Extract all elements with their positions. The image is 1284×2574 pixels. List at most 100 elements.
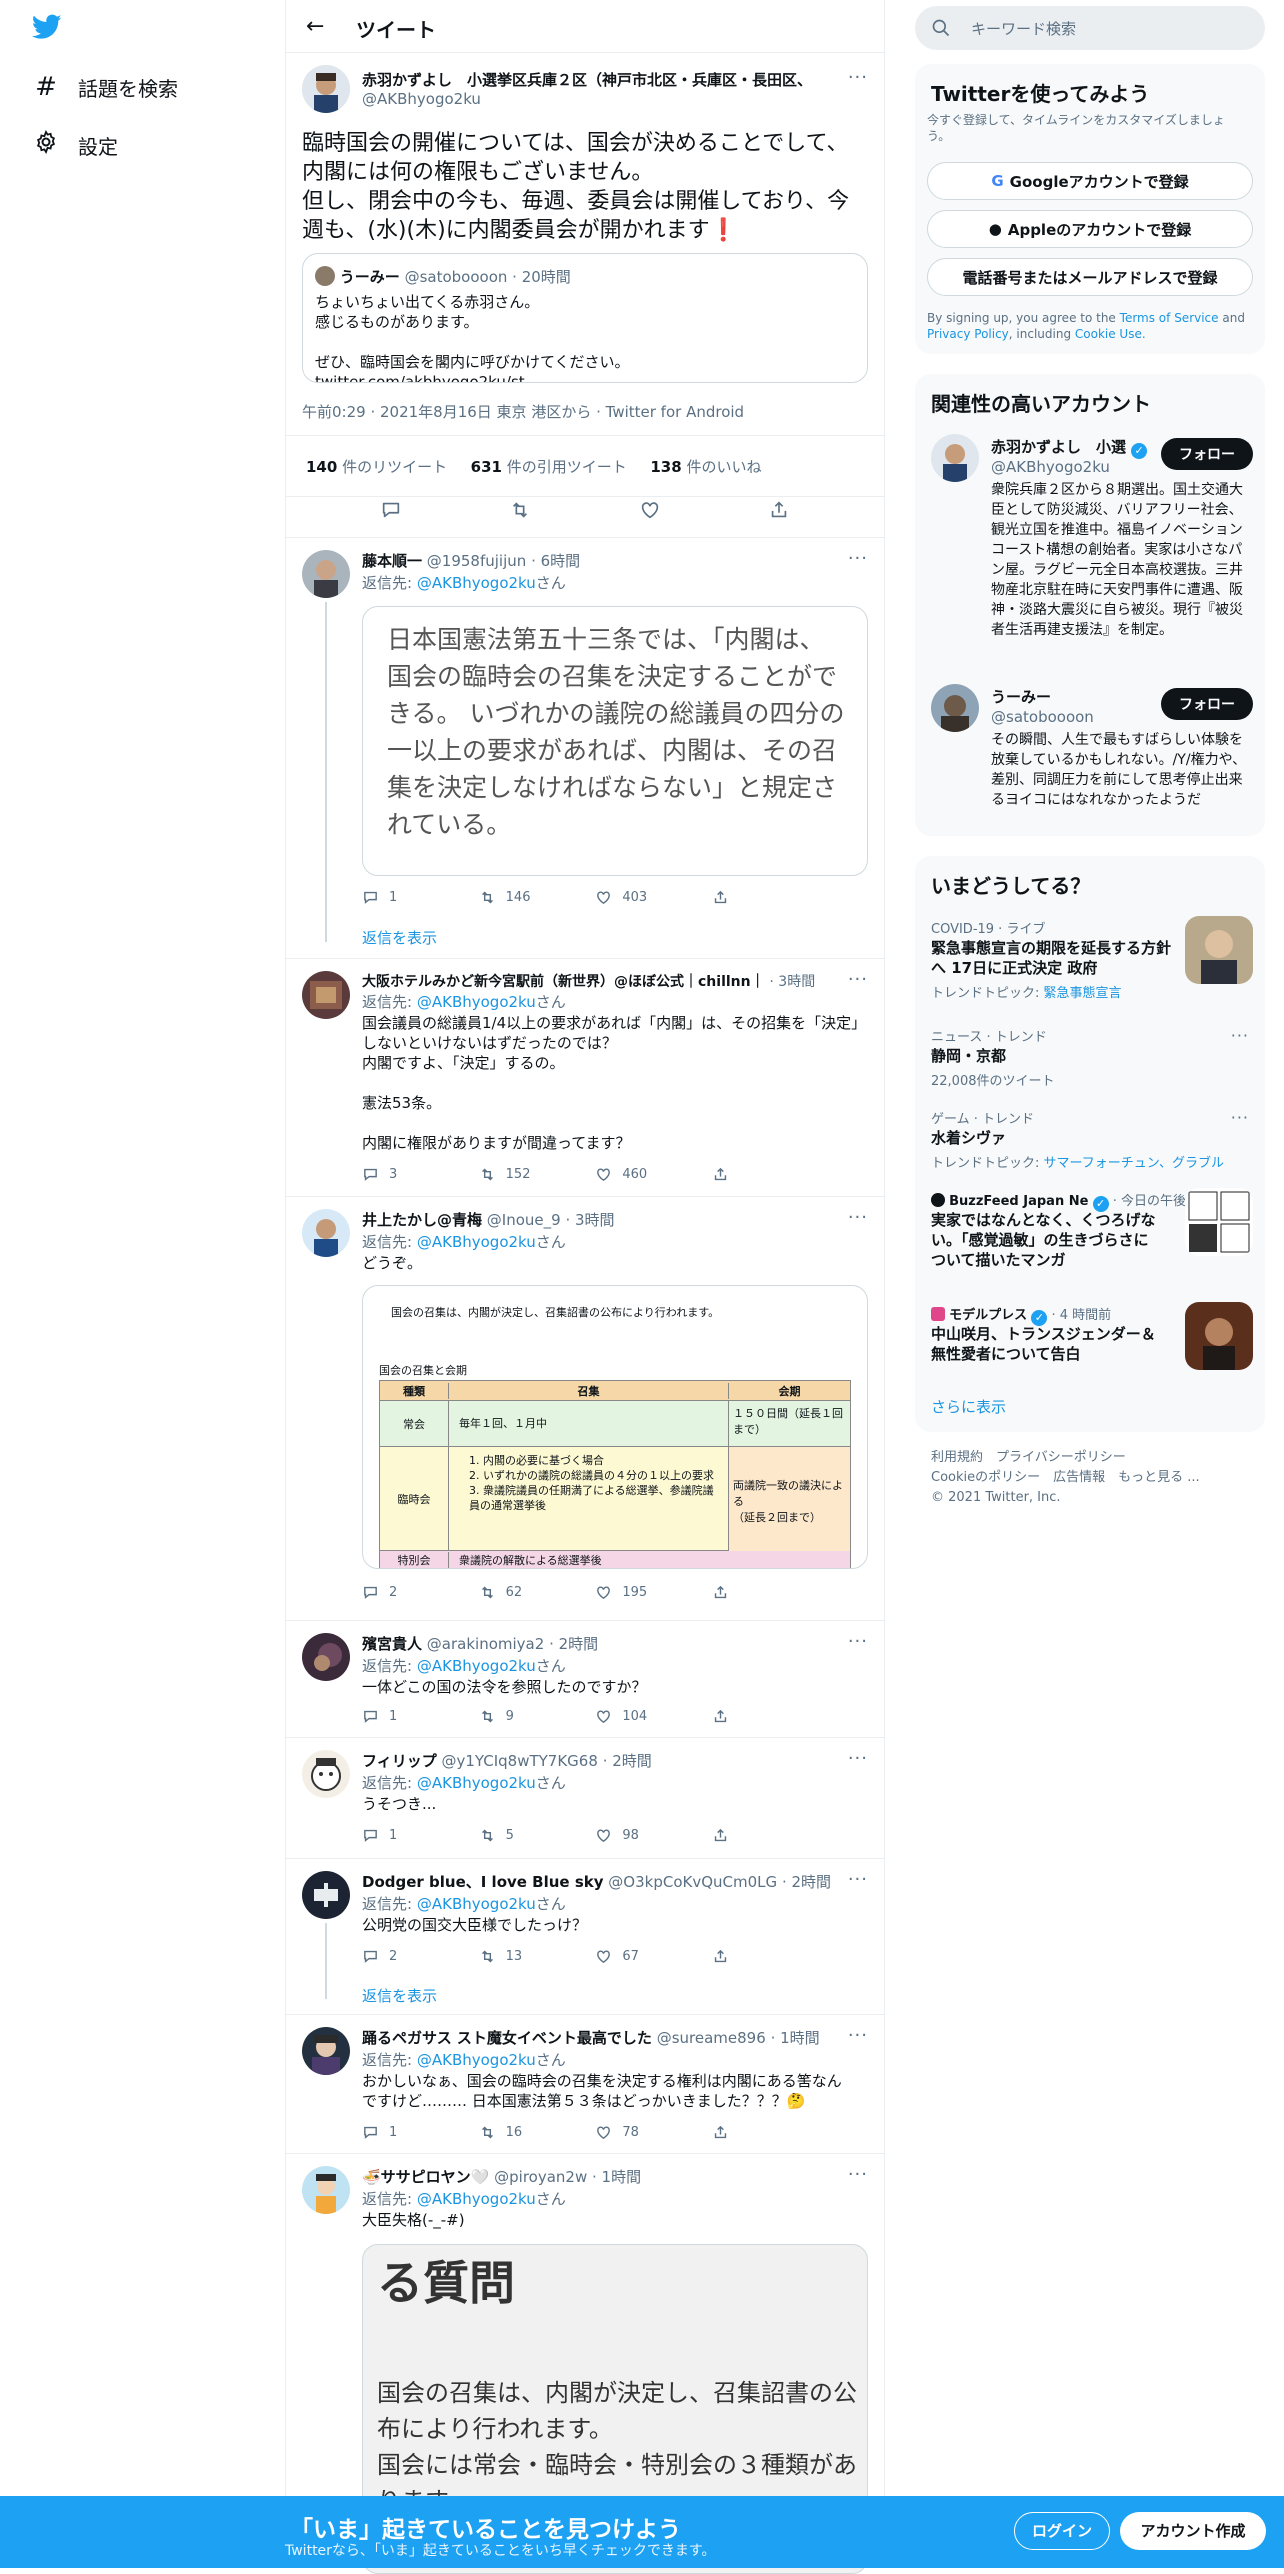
reply-tweet[interactable]: 井上たかし@青梅 @Inoue_9 · 3時間 ··· 返信先: @AKBhyo…	[286, 1197, 884, 1621]
search-input[interactable]: キーワード検索	[971, 18, 1076, 39]
related-account[interactable]: 赤羽かずよし 小選 ✓ @AKBhyogo2ku フォロー 衆院兵庫２区から８期…	[915, 434, 1265, 664]
avatar[interactable]	[302, 1209, 350, 1257]
account-name[interactable]: 赤羽かずよし 小選	[991, 438, 1126, 456]
more-options-icon[interactable]: ···	[848, 67, 868, 88]
replying-to-link[interactable]: @AKBhyogo2ku	[417, 1895, 536, 1913]
author-handle[interactable]: @O3kpCoKvQuCm0LG	[608, 1873, 777, 1891]
avatar[interactable]	[302, 971, 350, 1019]
author-name[interactable]: 踊るペガサス スト魔女イベント最高でした	[362, 2029, 652, 2047]
avatar[interactable]	[302, 2027, 350, 2075]
like-count[interactable]: 138	[650, 458, 681, 476]
author-name[interactable]: 赤羽かずよし 小選挙区兵庫２区（神戸市北区・兵庫区・長田区、	[362, 71, 812, 89]
back-arrow-icon[interactable]: ←	[306, 14, 324, 39]
tweet-image[interactable]: 日本国憲法第五十三条では、「内閣は、国会の臨時会の召集を決定することができる。 …	[362, 606, 868, 876]
avatar[interactable]	[931, 684, 979, 732]
show-more-link[interactable]: さらに表示	[931, 1396, 1006, 1417]
like-button[interactable]: 460	[595, 1166, 675, 1183]
cookie-link[interactable]: Cookie Use.	[1075, 327, 1146, 341]
show-replies-link[interactable]: 返信を表示	[362, 1985, 437, 2006]
reply-tweet[interactable]: 藤本順一 @1958fujijun · 6時間 ··· 返信先: @AKBhyo…	[286, 538, 884, 959]
avatar[interactable]	[302, 65, 350, 113]
avatar[interactable]	[302, 2166, 350, 2214]
more-options-icon[interactable]: ···	[848, 969, 868, 990]
footer-links[interactable]: 利用規約 プライバシーポリシー	[931, 1448, 1200, 1468]
account-name[interactable]: うーみー	[991, 686, 1051, 707]
retweet-button[interactable]: 5	[479, 1827, 559, 1844]
signup-button[interactable]: アカウント作成	[1120, 2512, 1266, 2550]
author-handle[interactable]: @y1YCIq8wTY7KG68	[441, 1752, 597, 1770]
footer-links[interactable]: Cookieのポリシー 広告情報 もっと見る ...	[931, 1468, 1200, 1488]
replying-to-link[interactable]: @AKBhyogo2ku	[417, 1657, 536, 1675]
like-button[interactable]: 67	[595, 1948, 675, 1965]
avatar[interactable]	[302, 1750, 350, 1798]
share-button[interactable]	[712, 889, 792, 906]
more-options-icon[interactable]: ···	[848, 2025, 868, 2046]
retweet-button[interactable]: 16	[479, 2124, 559, 2141]
tweet-time[interactable]: · 2時間	[782, 1873, 831, 1891]
replying-to-link[interactable]: @AKBhyogo2ku	[417, 574, 536, 592]
like-button[interactable]: 104	[595, 1708, 675, 1725]
author-name[interactable]: 大阪ホテルみかど新今宮駅前（新世界）@ほぼ公式｜chillnn｜	[362, 974, 765, 990]
author-name[interactable]: 井上たかし@青梅	[362, 1211, 482, 1229]
author-name[interactable]: Dodger blue、I love Blue sky	[362, 1873, 604, 1891]
trend-item[interactable]: COVID-19 · ライブ 緊急事態宣言の期限を延長する方針へ 17日に正式決…	[915, 916, 1265, 1006]
like-button[interactable]: 78	[595, 2124, 675, 2141]
replying-to-link[interactable]: @AKBhyogo2ku	[417, 993, 536, 1011]
phone-signup-button[interactable]: 電話番号またはメールアドレスで登録	[927, 258, 1253, 296]
reply-button[interactable]: 3	[362, 1166, 442, 1183]
like-button[interactable]: 195	[595, 1584, 675, 1601]
like-button[interactable]: 403	[595, 889, 675, 906]
reply-button[interactable]: 2	[362, 1948, 442, 1965]
avatar[interactable]	[931, 434, 979, 482]
avatar[interactable]	[302, 1871, 350, 1919]
avatar[interactable]	[302, 1633, 350, 1681]
more-options-icon[interactable]: ···	[848, 1207, 868, 1228]
reply-button[interactable]: 1	[362, 1827, 442, 1844]
retweet-icon[interactable]	[509, 499, 531, 521]
quote-count[interactable]: 631	[471, 458, 502, 476]
author-name[interactable]: 殯宮貴人	[362, 1635, 422, 1653]
show-replies-link[interactable]: 返信を表示	[362, 927, 437, 948]
share-button[interactable]	[712, 2124, 792, 2141]
follow-button[interactable]: フォロー	[1161, 438, 1253, 470]
more-options-icon[interactable]: ···	[848, 1631, 868, 1652]
related-account[interactable]: うーみー @satoboooon フォロー その瞬間、人生で最もすばらしい体験を…	[915, 684, 1265, 834]
share-button[interactable]	[712, 1948, 792, 1965]
trend-item[interactable]: ゲーム · トレンド 水着シヴァ トレンドトピック: サマーフォーチュン、グラブ…	[915, 1106, 1265, 1176]
login-button[interactable]: ログイン	[1014, 2512, 1110, 2550]
replying-to-link[interactable]: @AKBhyogo2ku	[417, 2190, 536, 2208]
more-options-icon[interactable]: ···	[848, 1869, 868, 1890]
trend-topic-link[interactable]: 緊急事態宣言	[1044, 986, 1122, 1001]
author-name[interactable]: 🍜ササピロヤン🤍	[362, 2168, 489, 2186]
apple-signup-button[interactable]: ● Appleのアカウントで登録	[927, 210, 1253, 248]
twitter-logo-icon[interactable]	[31, 14, 62, 44]
like-button[interactable]: 98	[595, 1827, 675, 1844]
reply-button[interactable]: 1	[362, 2124, 442, 2141]
author-handle[interactable]: @Inoue_9	[487, 1211, 561, 1229]
tweet-time[interactable]: · 3時間	[565, 1211, 614, 1229]
reply-tweet[interactable]: フィリップ @y1YCIq8wTY7KG68 · 2時間 ··· 返信先: @A…	[286, 1738, 884, 1859]
author-handle[interactable]: @AKBhyogo2ku	[362, 90, 481, 108]
tweet-image[interactable]: 国会の召集は、内閣が決定し、召集詔書の公布により行われます。 国会の召集と会期 …	[362, 1285, 868, 1569]
author-name[interactable]: フィリップ	[362, 1752, 437, 1770]
more-options-icon[interactable]: ···	[848, 1748, 868, 1769]
share-button[interactable]	[712, 1584, 792, 1601]
trend-item[interactable]: ニュース · トレンド 静岡・京都 22,008件のツイート ···	[915, 1024, 1265, 1094]
more-options-icon[interactable]: ···	[1231, 1108, 1249, 1127]
tweet-time[interactable]: · 1時間	[592, 2168, 641, 2186]
privacy-link[interactable]: Privacy Policy	[927, 327, 1009, 341]
more-options-icon[interactable]: ···	[848, 548, 868, 569]
trend-item[interactable]: モデルプレス ✓ · 4 時間前 中山咲月、トランスジェンダー＆無性愛者について…	[915, 1302, 1265, 1382]
tos-link[interactable]: Terms of Service	[1120, 311, 1219, 325]
retweet-button[interactable]: 62	[479, 1584, 559, 1601]
more-options-icon[interactable]: ···	[848, 2164, 868, 2185]
tweet-time[interactable]: · 2時間	[603, 1752, 652, 1770]
replying-to-link[interactable]: @AKBhyogo2ku	[417, 1774, 536, 1792]
google-signup-button[interactable]: G Googleアカウントで登録	[927, 162, 1253, 200]
reply-button[interactable]: 1	[362, 1708, 442, 1725]
author-handle[interactable]: @arakinomiya2	[427, 1635, 544, 1653]
share-icon[interactable]	[768, 499, 790, 521]
nav-explore[interactable]: # 話題を検索	[32, 72, 178, 102]
author-handle[interactable]: @sureame896	[657, 2029, 766, 2047]
replying-to-link[interactable]: @AKBhyogo2ku	[417, 2051, 536, 2069]
